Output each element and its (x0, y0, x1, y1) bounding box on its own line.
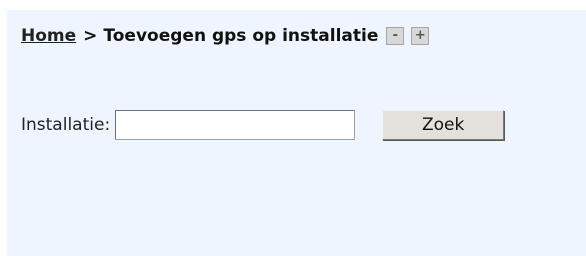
breadcrumb-home-link[interactable]: Home (21, 26, 76, 46)
search-button[interactable]: Zoek (382, 110, 505, 140)
zoom-out-button[interactable]: - (386, 27, 405, 45)
page-title: Toevoegen gps op installatie (103, 26, 379, 46)
zoom-in-button[interactable]: + (411, 27, 430, 45)
installation-input[interactable] (115, 110, 356, 140)
search-form: Installatie: Zoek (21, 108, 505, 142)
breadcrumb: Home > Toevoegen gps op installatie - + (21, 24, 430, 48)
breadcrumb-separator: > (83, 26, 98, 46)
installation-label: Installatie: (21, 115, 111, 135)
